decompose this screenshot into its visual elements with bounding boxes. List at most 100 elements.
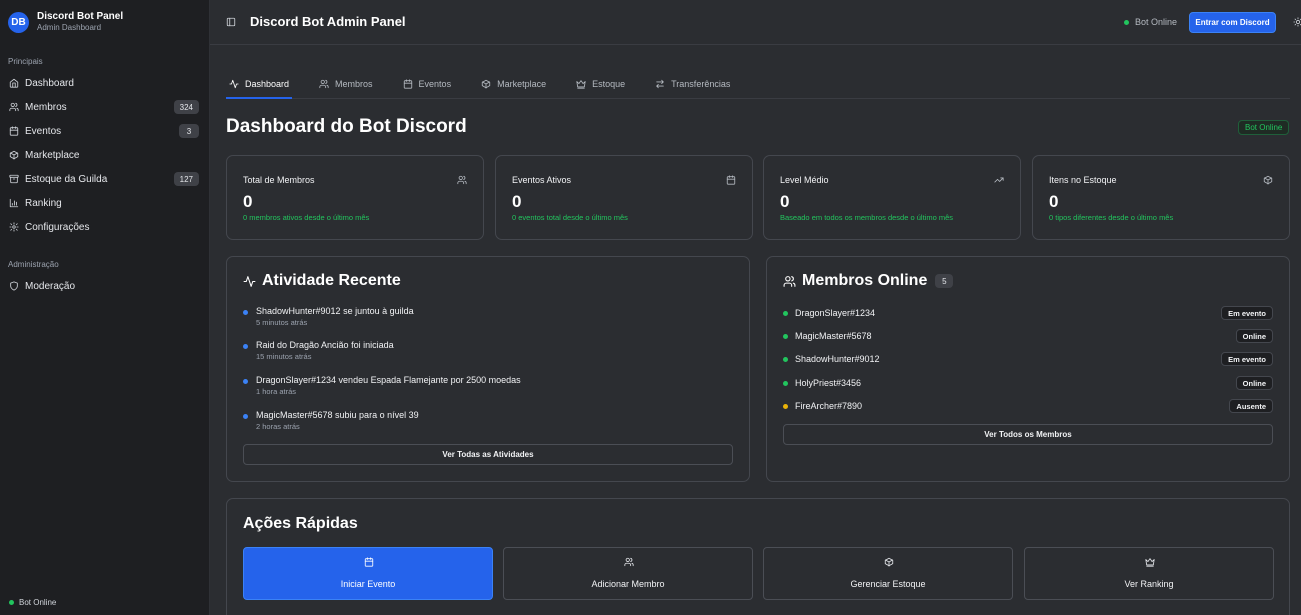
- panel-title: Membros Online 5: [783, 272, 954, 290]
- view-all-activity-button[interactable]: Ver Todas as Atividades: [243, 444, 733, 465]
- stat-label: Eventos Ativos: [512, 175, 572, 185]
- stat-value: 0: [780, 192, 790, 211]
- trending-up-icon: [994, 175, 1004, 185]
- start-event-button[interactable]: Iniciar Evento: [243, 547, 493, 600]
- package-icon: [481, 79, 491, 89]
- tab-estoque[interactable]: Estoque: [573, 70, 628, 98]
- sidebar-item-marketplace[interactable]: Marketplace: [0, 143, 210, 167]
- member-row[interactable]: DragonSlayer#1234 Em evento: [783, 306, 1273, 320]
- brand[interactable]: DB Discord Bot Panel Admin Dashboard: [8, 11, 123, 33]
- tab-label: Membros: [335, 79, 373, 89]
- tab-dashboard[interactable]: Dashboard: [226, 70, 293, 99]
- tab-marketplace[interactable]: Marketplace: [478, 70, 549, 98]
- quick-actions-panel: Ações Rápidas Iniciar Evento Adicionar M…: [226, 498, 1290, 615]
- sidebar-status-label: Bot Online: [19, 598, 57, 607]
- users-icon: [624, 557, 634, 567]
- status-dot: [783, 333, 788, 339]
- main-tabs: Dashboard Membros Eventos Marketplace Es…: [226, 70, 1290, 99]
- brand-name: Discord Bot Panel: [37, 11, 124, 22]
- sidebar-item-estoque[interactable]: Estoque da Guilda 127: [0, 167, 210, 191]
- crown-icon: [576, 79, 586, 89]
- activity-dot: [243, 379, 248, 384]
- sidebar-item-membros[interactable]: Membros 324: [0, 95, 210, 119]
- activity-text: MagicMaster#5678 subiu para o nível 39: [256, 410, 419, 420]
- member-status-badge: Online: [1235, 376, 1273, 390]
- member-name: MagicMaster#5678: [795, 331, 872, 341]
- sidebar-toggle-icon[interactable]: [226, 17, 236, 27]
- stat-card-members: Total de Membros 0 0 membros ativos desd…: [226, 155, 484, 240]
- tab-label: Estoque: [592, 79, 626, 89]
- stat-description: 0 tipos diferentes desde o último mês: [1049, 213, 1174, 222]
- sidebar-item-label: Moderação: [25, 280, 76, 292]
- manage-stock-button[interactable]: Gerenciar Estoque: [763, 547, 1013, 600]
- sun-icon[interactable]: [1293, 17, 1301, 27]
- stat-value: 0: [1049, 192, 1059, 211]
- member-row[interactable]: MagicMaster#5678 Online: [783, 329, 1273, 343]
- member-status-badge: Em evento: [1221, 306, 1273, 320]
- activity-time: 5 minutos atrás: [256, 318, 308, 327]
- sidebar-item-eventos[interactable]: Eventos 3: [0, 119, 210, 143]
- sidebar-item-ranking[interactable]: Ranking: [0, 191, 210, 215]
- brand-subtitle: Admin Dashboard: [37, 23, 102, 32]
- header-bot-status: Bot Online: [1124, 17, 1177, 27]
- tab-membros[interactable]: Membros: [316, 70, 376, 98]
- activity-dot: [243, 344, 248, 349]
- add-member-button[interactable]: Adicionar Membro: [503, 547, 753, 600]
- activity-time: 2 horas atrás: [256, 422, 300, 431]
- header-title: Discord Bot Admin Panel: [250, 14, 406, 29]
- tab-transferencias[interactable]: Transferências: [652, 70, 733, 98]
- sidebar: DB Discord Bot Panel Admin Dashboard Pri…: [0, 0, 210, 615]
- transfer-icon: [655, 79, 665, 89]
- activity-text: DragonSlayer#1234 vendeu Espada Flamejan…: [256, 375, 521, 385]
- tab-label: Eventos: [418, 79, 452, 89]
- sidebar-item-label: Marketplace: [25, 149, 80, 161]
- stat-card-level: Level Médio 0 Baseado em todos os membro…: [763, 155, 1021, 240]
- status-dot: [783, 380, 788, 386]
- sidebar-item-label: Eventos: [25, 125, 62, 137]
- tab-eventos[interactable]: Eventos: [400, 70, 455, 98]
- member-name: ShadowHunter#9012: [795, 354, 880, 364]
- sidebar-item-dashboard[interactable]: Dashboard: [0, 71, 210, 95]
- sidebar-item-moderacao[interactable]: Moderação: [0, 274, 210, 298]
- activity-item: ShadowHunter#9012 se juntou à guilda 5 m…: [243, 306, 723, 328]
- users-icon: [9, 102, 19, 112]
- member-status-badge: Em evento: [1221, 352, 1273, 366]
- status-badge: Bot Online: [1238, 120, 1290, 135]
- status-dot: [783, 356, 788, 362]
- sidebar-item-configuracoes[interactable]: Configurações: [0, 215, 210, 239]
- shield-icon: [9, 281, 19, 291]
- member-row[interactable]: HolyPriest#3456 Online: [783, 376, 1273, 390]
- activity-title: Atividade Recente: [262, 272, 401, 289]
- gear-icon: [9, 222, 19, 232]
- count-badge: 3: [179, 124, 199, 138]
- stat-value: 0: [512, 192, 522, 211]
- member-name: DragonSlayer#1234: [795, 308, 876, 318]
- stat-value: 0: [243, 192, 253, 211]
- member-status-badge: Ausente: [1229, 399, 1273, 413]
- online-members-panel: Membros Online 5 DragonSlayer#1234 Em ev…: [766, 256, 1290, 482]
- online-title: Membros Online: [802, 272, 928, 289]
- action-label: Adicionar Membro: [591, 579, 665, 589]
- action-label: Gerenciar Estoque: [850, 579, 926, 589]
- tab-label: Transferências: [671, 79, 731, 89]
- calendar-icon: [726, 175, 736, 185]
- sidebar-item-label: Estoque da Guilda: [25, 173, 108, 185]
- brand-logo: DB: [8, 11, 29, 33]
- member-row[interactable]: ShadowHunter#9012 Em evento: [783, 352, 1273, 366]
- sidebar-nav: Dashboard Membros 324 Eventos 3 Marketpl…: [0, 71, 210, 239]
- calendar-icon: [9, 126, 19, 136]
- member-status-badge: Online: [1235, 329, 1273, 343]
- home-icon: [9, 78, 19, 88]
- section-label-main: Principais: [8, 57, 43, 66]
- package-icon: [1263, 175, 1273, 185]
- users-icon: [457, 175, 467, 185]
- view-all-members-button[interactable]: Ver Todos os Membros: [783, 424, 1273, 445]
- view-ranking-button[interactable]: Ver Ranking: [1024, 547, 1274, 600]
- member-row[interactable]: FireArcher#7890 Ausente: [783, 399, 1273, 413]
- discord-login-button[interactable]: Entrar com Discord: [1189, 12, 1276, 33]
- package-icon: [9, 150, 19, 160]
- package-icon: [884, 557, 894, 567]
- action-label: Iniciar Evento: [340, 579, 396, 589]
- calendar-icon: [364, 557, 374, 567]
- member-name: HolyPriest#3456: [795, 378, 862, 388]
